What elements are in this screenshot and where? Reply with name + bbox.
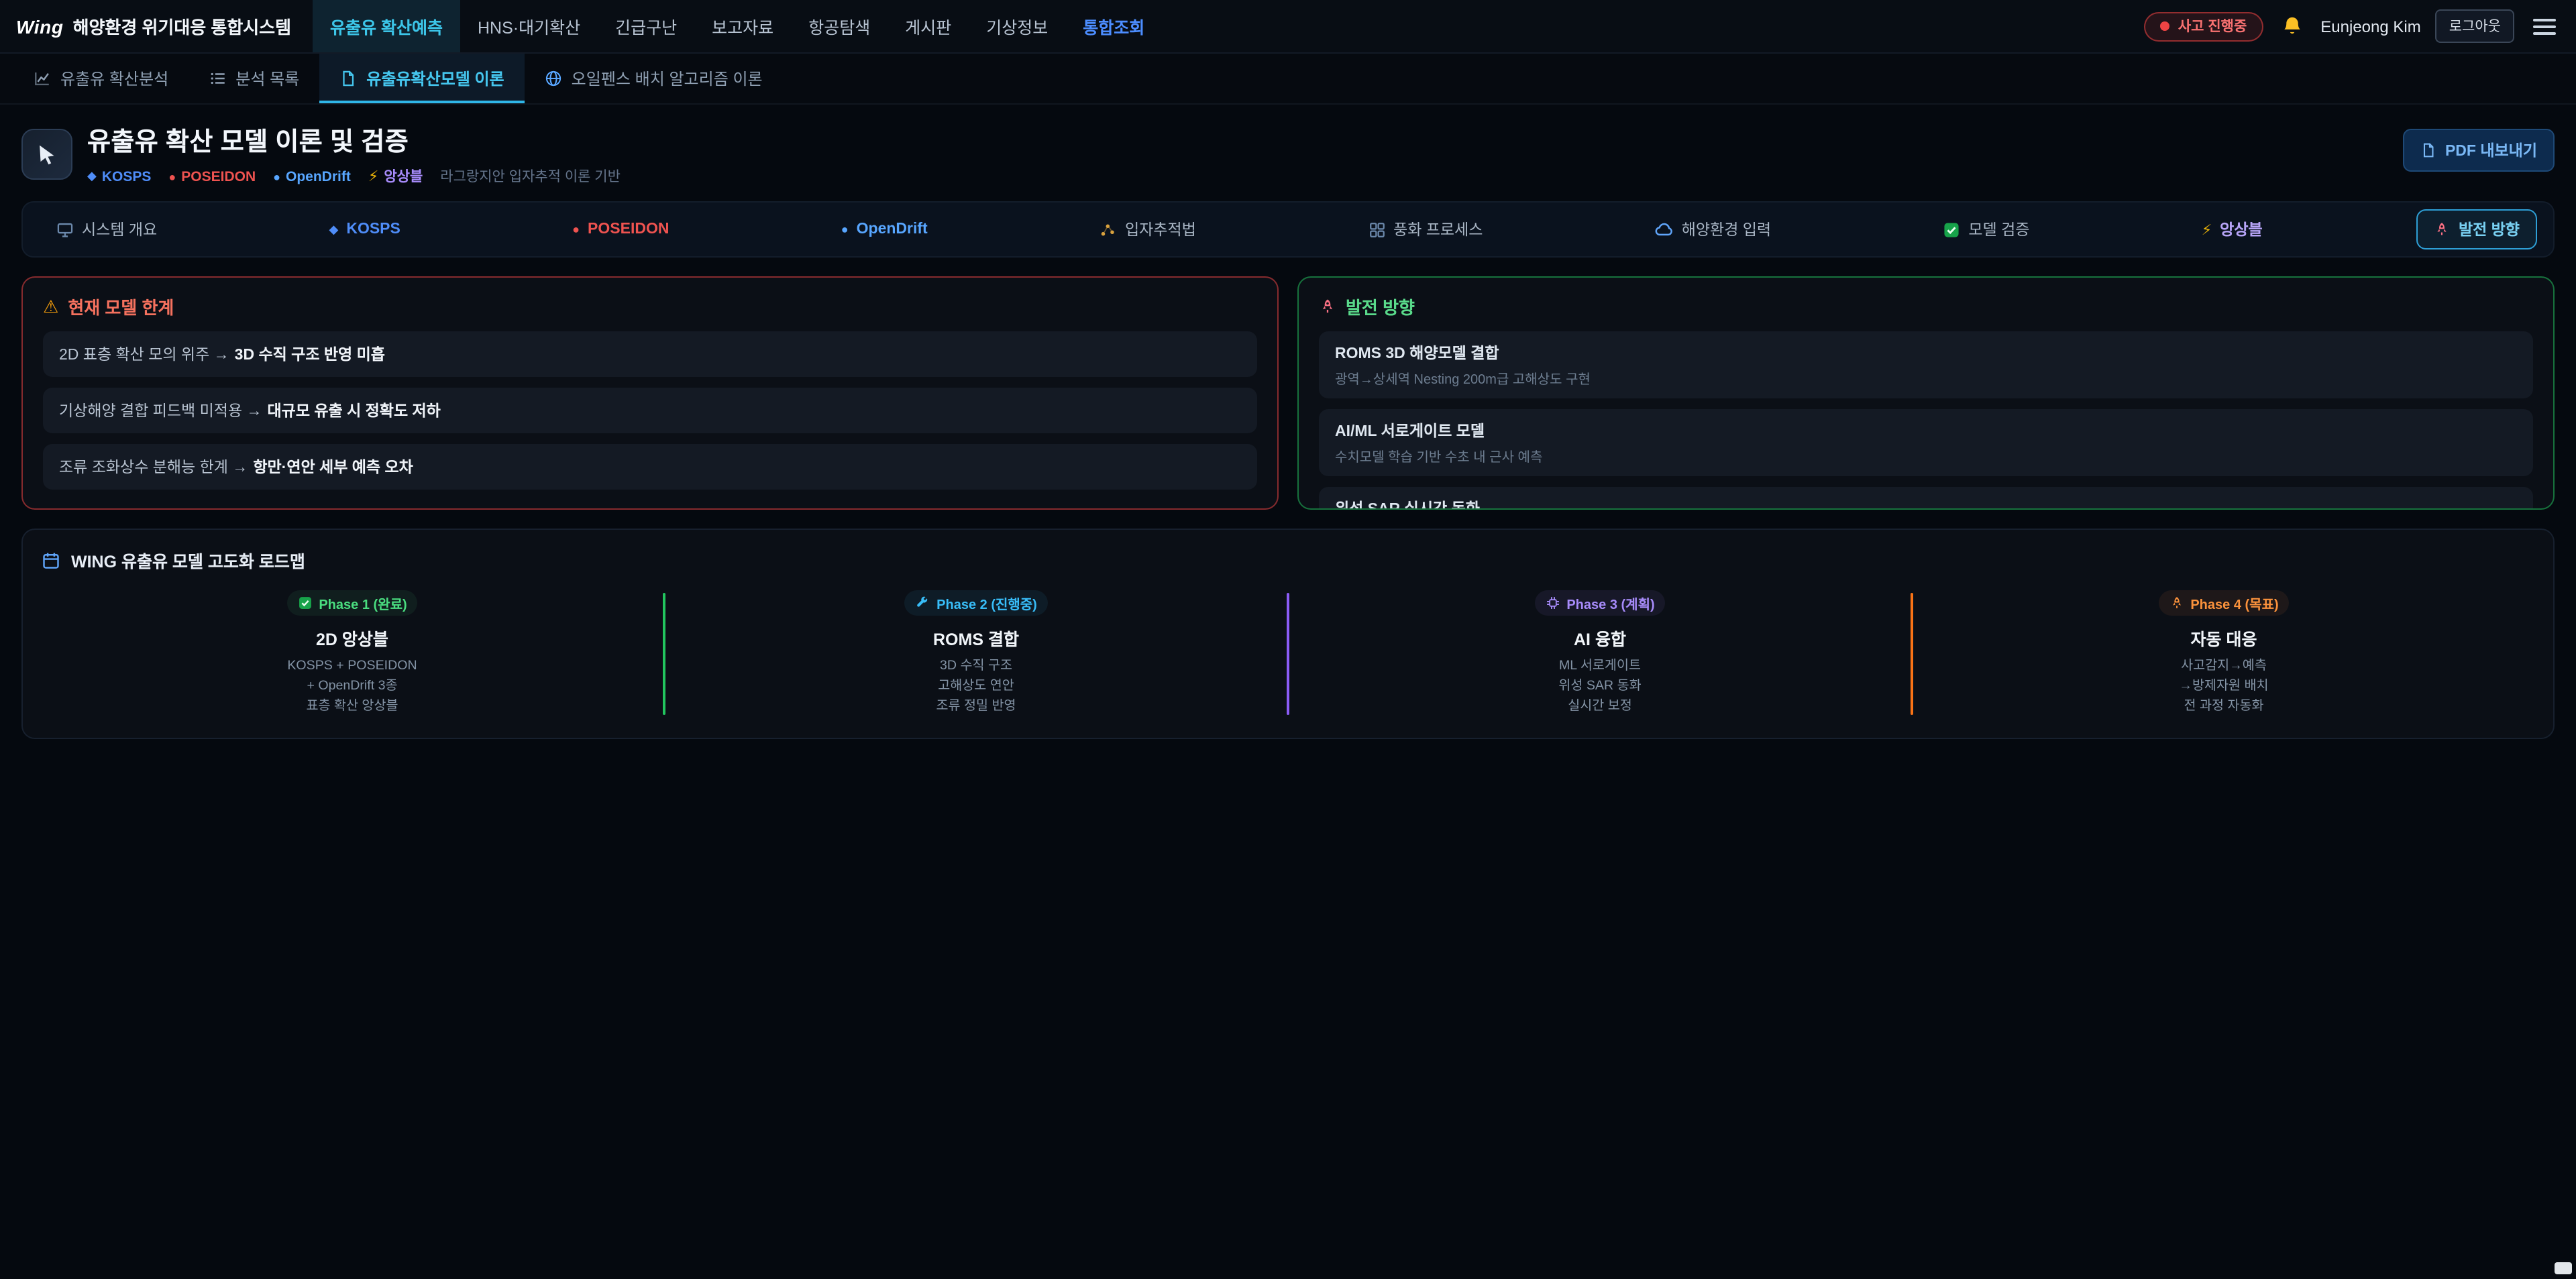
pill-kosps[interactable]: ◆ KOSPS	[312, 212, 418, 247]
particles-icon	[1099, 221, 1117, 238]
limitations-title: ⚠ 현재 모델 한계	[23, 278, 1277, 331]
tab-model-theory[interactable]: 유출유확산모델 이론	[319, 54, 524, 103]
list-icon	[209, 70, 226, 87]
cloud-icon	[1655, 220, 1674, 239]
system-title: 해양환경 위기대응 통합시스템	[73, 13, 291, 39]
bolt-icon: ⚡	[2202, 221, 2212, 238]
main-nav: 유출유 확산예측 HNS·대기확산 긴급구난 보고자료 항공탐색 게시판 기상정…	[313, 0, 1162, 52]
pill-opendrift[interactable]: ● OpenDrift	[824, 212, 945, 247]
phase-4: Phase 4 (목표) 자동 대응 사고감지→예측 →방제자원 배치 전 과정…	[1913, 590, 2534, 717]
monitor-icon	[56, 221, 74, 238]
logout-button[interactable]: 로그아웃	[2436, 9, 2514, 43]
check-square-icon	[297, 596, 312, 610]
phase-2-badge: Phase 2 (진행중)	[904, 590, 1048, 616]
wrench-icon	[915, 596, 930, 610]
pill-ocean-environment-input[interactable]: 해양환경 입력	[1638, 209, 1788, 249]
badge-opendrift: ●OpenDrift	[273, 168, 351, 184]
rocket-icon	[2434, 221, 2451, 237]
phase-1-badge: Phase 1 (완료)	[286, 590, 417, 616]
dot-icon: ●	[168, 170, 176, 183]
nav-item-emergency-rescue[interactable]: 긴급구난	[598, 0, 694, 52]
rocket-icon	[2169, 596, 2184, 610]
diamond-icon: ◆	[329, 222, 339, 237]
cursor-arrow-icon	[34, 142, 60, 167]
limitation-item: 기상해양 결합 피드백 미적용 →대규모 유출 시 정확도 저하	[43, 388, 1257, 433]
check-square-icon	[1943, 221, 1960, 238]
pill-particle-tracking[interactable]: 입자추적법	[1082, 209, 1214, 249]
model-badges: ◆KOSPS ●POSEIDON ●OpenDrift ⚡앙상블 라그랑지안 입…	[87, 166, 621, 186]
bolt-icon: ⚡	[368, 168, 378, 185]
chip-icon	[1545, 596, 1560, 610]
nav-item-hns-dispersion[interactable]: HNS·대기확산	[460, 0, 598, 52]
rocket-icon	[1319, 298, 1336, 315]
section-pills-bar: 시스템 개요 ◆ KOSPS ● POSEIDON ● OpenDrift 입자…	[21, 201, 2555, 258]
brand: Wing 해양환경 위기대응 통합시스템	[16, 0, 291, 52]
phase-4-badge: Phase 4 (목표)	[2158, 590, 2289, 616]
pill-model-validation[interactable]: 모델 검증	[1925, 209, 2047, 249]
nav-item-integrated-search[interactable]: 통합조회	[1065, 0, 1162, 52]
limitation-item: 조류 조화상수 분해능 한계 →항만·연안 세부 예측 오차	[43, 444, 1257, 490]
tab-oilfence-algorithm[interactable]: 오일펜스 배치 알고리즘 이론	[525, 54, 783, 103]
document-icon	[339, 70, 357, 87]
phase-3-badge: Phase 3 (계획)	[1534, 590, 1665, 616]
phase-3: Phase 3 (계획) AI 융합 ML 서로게이트 위성 SAR 동화 실시…	[1289, 590, 1911, 717]
badge-poseidon: ●POSEIDON	[168, 168, 256, 184]
scroll-corner[interactable]	[2555, 1262, 2572, 1274]
dot-icon: ●	[841, 223, 849, 236]
incident-status-badge[interactable]: 사고 진행중	[2145, 11, 2263, 41]
phase-2: Phase 2 (진행중) ROMS 결합 3D 수직 구조 고해상도 연안 조…	[665, 590, 1287, 717]
limitations-panel: ⚠ 현재 모델 한계 2D 표층 확산 모의 위주 →3D 수직 구조 반영 미…	[21, 276, 1279, 510]
diamond-icon: ◆	[87, 169, 97, 184]
app: Wing 해양환경 위기대응 통합시스템 유출유 확산예측 HNS·대기확산 긴…	[0, 0, 2576, 1279]
nav-item-weather-info[interactable]: 기상정보	[969, 0, 1065, 52]
page-header: 유출유 확산 모델 이론 및 검증 ◆KOSPS ●POSEIDON ●Open…	[0, 105, 2576, 199]
roadmap-title: WING 유출유 모델 고도화 로드맵	[42, 547, 2534, 573]
page-subtitle: 라그랑지안 입자추적 이론 기반	[440, 166, 621, 186]
nav-item-spill-prediction[interactable]: 유출유 확산예측	[313, 0, 460, 52]
user-name: Eunjeong Kim	[2320, 17, 2420, 36]
directions-panel: 발전 방향 ROMS 3D 해양모델 결합 광역→상세역 Nesting 200…	[1297, 276, 2555, 510]
tab-analysis-list[interactable]: 분석 목록	[189, 54, 319, 103]
direction-item: AI/ML 서로게이트 모델 수치모델 학습 기반 수초 내 근사 예측	[1319, 409, 2533, 476]
grid-icon	[1368, 221, 1385, 238]
calendar-icon	[42, 551, 60, 569]
page-title: 유출유 확산 모델 이론 및 검증	[87, 122, 621, 158]
chart-icon	[34, 70, 51, 87]
nav-item-aerial-search[interactable]: 항공탐색	[791, 0, 888, 52]
page-icon	[21, 129, 72, 180]
sub-tab-bar: 유출유 확산분석 분석 목록 유출유확산모델 이론 오일펜스 배치 알고리즘 이…	[0, 54, 2576, 105]
badge-kosps: ◆KOSPS	[87, 168, 151, 184]
pill-weathering-process[interactable]: 풍화 프로세스	[1350, 209, 1500, 249]
roadmap-panel: WING 유출유 모델 고도화 로드맵 Phase 1 (완료) 2D 앙상블 …	[21, 529, 2555, 738]
tab-spill-analysis[interactable]: 유출유 확산분석	[13, 54, 189, 103]
pill-system-overview[interactable]: 시스템 개요	[39, 209, 174, 249]
direction-item: 위성 SAR 실시간 동화 관측 유막 데이터 모델 보정 자동화	[1319, 487, 2533, 510]
warning-icon: ⚠	[43, 296, 58, 317]
pdf-icon	[2421, 142, 2437, 158]
direction-item: ROMS 3D 해양모델 결합 광역→상세역 Nesting 200m급 고해상…	[1319, 331, 2533, 398]
pill-ensemble[interactable]: ⚡ 앙상블	[2184, 209, 2280, 249]
brand-logo: Wing	[16, 15, 64, 37]
nav-item-reports[interactable]: 보고자료	[694, 0, 791, 52]
content-panels: ⚠ 현재 모델 한계 2D 표층 확산 모의 위주 →3D 수직 구조 반영 미…	[21, 276, 2555, 510]
incident-status-label: 사고 진행중	[2178, 16, 2247, 36]
roadmap-grid: Phase 1 (완료) 2D 앙상블 KOSPS + POSEIDON + O…	[42, 590, 2534, 717]
directions-title: 발전 방향	[1299, 278, 2553, 331]
dot-icon: ●	[572, 223, 580, 236]
globe-icon	[545, 70, 562, 87]
pill-development-direction[interactable]: 발전 방향	[2417, 209, 2537, 249]
status-dot-icon	[2161, 21, 2170, 31]
nav-item-board[interactable]: 게시판	[888, 0, 969, 52]
dot-icon: ●	[273, 170, 280, 183]
pdf-export-button[interactable]: PDF 내보내기	[2404, 129, 2555, 172]
menu-icon[interactable]	[2529, 14, 2560, 38]
pill-poseidon[interactable]: ● POSEIDON	[555, 212, 686, 247]
badge-ensemble: ⚡앙상블	[368, 166, 423, 186]
nav-right: 사고 진행중 Eunjeong Kim 로그아웃	[2145, 0, 2560, 52]
notification-bell-icon[interactable]	[2277, 12, 2306, 40]
phase-1: Phase 1 (완료) 2D 앙상블 KOSPS + POSEIDON + O…	[42, 590, 663, 717]
top-nav: Wing 해양환경 위기대응 통합시스템 유출유 확산예측 HNS·대기확산 긴…	[0, 0, 2576, 54]
limitation-item: 2D 표층 확산 모의 위주 →3D 수직 구조 반영 미흡	[43, 331, 1257, 377]
